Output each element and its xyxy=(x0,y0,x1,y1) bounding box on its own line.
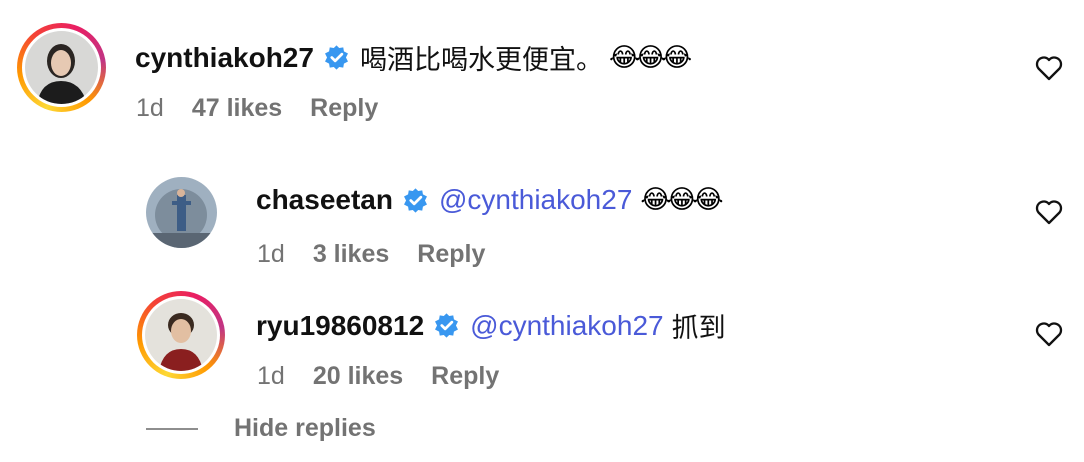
mention-link[interactable]: @cynthiakoh27 xyxy=(439,184,632,216)
likes-count[interactable]: 20 likes xyxy=(313,362,403,391)
heart-icon[interactable] xyxy=(1035,321,1063,347)
reply-button[interactable]: Reply xyxy=(431,362,499,391)
mention-link[interactable]: @cynthiakoh27 xyxy=(470,310,663,342)
likes-count[interactable]: 3 likes xyxy=(313,240,389,269)
likes-count[interactable]: 47 likes xyxy=(192,94,282,123)
timestamp[interactable]: 1d xyxy=(136,94,164,123)
username[interactable]: ryu19860812 xyxy=(256,310,424,342)
avatar-story-ring[interactable] xyxy=(17,23,106,112)
avatar[interactable] xyxy=(25,31,98,104)
heart-icon[interactable] xyxy=(1035,55,1063,81)
heart-icon[interactable] xyxy=(1035,199,1063,225)
comment-text: 喝酒比喝水更便宜。 xyxy=(359,45,603,75)
reply-button[interactable]: Reply xyxy=(310,94,378,123)
emoji-laughing-icon: 😂😂😂 xyxy=(640,185,723,215)
avatar-story-ring[interactable] xyxy=(137,291,225,379)
username[interactable]: cynthiakoh27 xyxy=(135,42,314,74)
avatar[interactable] xyxy=(146,177,217,248)
emoji-laughing-icon: 😂😂😂 xyxy=(608,42,692,73)
reply-button[interactable]: Reply xyxy=(417,240,485,269)
timestamp[interactable]: 1d xyxy=(257,240,285,269)
hide-replies-button[interactable]: Hide replies xyxy=(234,414,376,443)
timestamp[interactable]: 1d xyxy=(257,362,285,391)
verified-badge-icon xyxy=(435,313,459,338)
verified-badge-icon xyxy=(403,187,427,213)
avatar[interactable] xyxy=(145,299,217,371)
comment-text: 抓到 xyxy=(671,313,726,343)
username[interactable]: chaseetan xyxy=(256,184,393,216)
verified-badge-icon xyxy=(324,45,348,70)
hide-replies-divider xyxy=(146,428,198,430)
